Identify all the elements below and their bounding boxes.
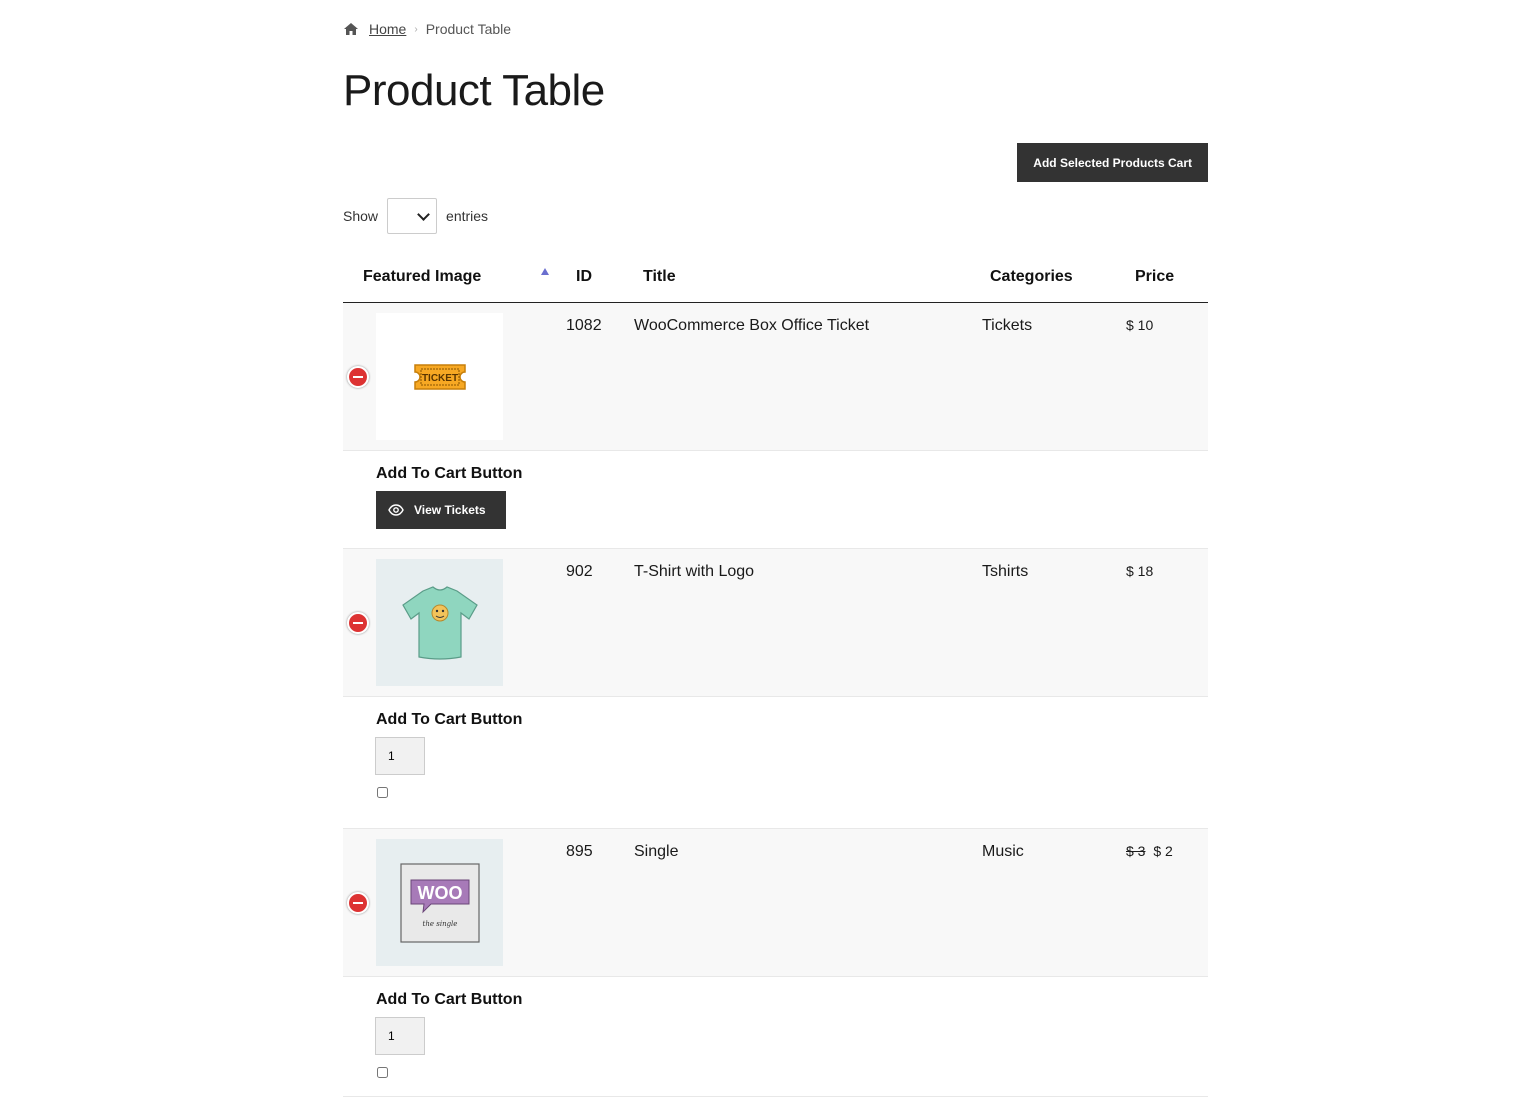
- column-header-title[interactable]: Title: [634, 252, 982, 303]
- show-entries-suffix: entries: [446, 208, 489, 224]
- cell-id: 902: [556, 548, 634, 697]
- entries-select[interactable]: [387, 198, 438, 234]
- cell-price: $ 10: [1126, 302, 1208, 451]
- table-row-details: Add To Cart Button View Tickets: [343, 450, 1208, 549]
- page-title: Product Table: [343, 66, 605, 115]
- column-header-price[interactable]: Price: [1126, 252, 1208, 303]
- cell-category: Tickets: [982, 302, 1126, 451]
- collapse-row-icon[interactable]: [347, 611, 369, 634]
- cell-id: 1082: [556, 302, 634, 451]
- column-header-id[interactable]: ID: [556, 252, 634, 303]
- table-row: WOO the single 895 Single Music $ 3 $ 2: [343, 828, 1208, 977]
- collapse-row-icon[interactable]: [347, 891, 369, 914]
- product-table: Featured Image ID Title Categories Price: [343, 252, 1208, 1097]
- sort-ascending-icon: [541, 268, 549, 275]
- price-current: $ 2: [1153, 843, 1173, 859]
- tshirt-image: [401, 585, 478, 660]
- collapse-row-icon[interactable]: [347, 365, 369, 388]
- column-header-categories[interactable]: Categories: [982, 252, 1126, 303]
- quantity-input[interactable]: [375, 737, 425, 775]
- table-row: 902 T-Shirt with Logo Tshirts $ 18: [343, 548, 1208, 697]
- add-selected-to-cart-button[interactable]: Add Selected Products Cart: [1017, 143, 1208, 182]
- show-entries-control: Show entries: [343, 198, 488, 234]
- product-image[interactable]: TICKET: [376, 313, 503, 440]
- cell-category: Music: [982, 828, 1126, 977]
- woo-single-image: WOO the single: [399, 862, 480, 943]
- detail-label: Add To Cart Button: [376, 465, 523, 482]
- woo-image-subtext: the single: [422, 920, 457, 928]
- breadcrumb: Home › Product Table: [343, 21, 511, 37]
- table-header-row: Featured Image ID Title Categories Price: [343, 252, 1208, 303]
- view-tickets-label: View Tickets: [414, 503, 486, 517]
- cell-id: 895: [556, 828, 634, 977]
- chevron-down-icon: [417, 208, 430, 221]
- breadcrumb-current: Product Table: [425, 21, 512, 37]
- cell-price: $ 3 $ 2: [1126, 828, 1208, 977]
- quantity-input[interactable]: [375, 1017, 425, 1055]
- product-image[interactable]: WOO the single: [376, 839, 503, 966]
- table-row-details: Add To Cart Button: [343, 696, 1208, 829]
- view-tickets-button[interactable]: View Tickets: [376, 491, 506, 529]
- cell-title: Single: [634, 828, 982, 977]
- select-product-checkbox[interactable]: [377, 1067, 388, 1078]
- product-image[interactable]: [376, 559, 503, 686]
- breadcrumb-home-link[interactable]: Home: [369, 21, 406, 37]
- show-entries-prefix: Show: [343, 208, 379, 224]
- table-row: TICKET 1082 WooCommerce Box Office Ticke…: [343, 302, 1208, 451]
- eye-icon: [388, 504, 404, 516]
- ticket-image: TICKET: [413, 363, 466, 390]
- ticket-image-text: TICKET: [421, 373, 457, 384]
- price-current: $ 18: [1126, 563, 1154, 579]
- cell-title: WooCommerce Box Office Ticket: [634, 302, 982, 451]
- select-product-checkbox[interactable]: [377, 787, 388, 798]
- price-original: $ 3: [1126, 843, 1146, 859]
- table-row-details: Add To Cart Button: [343, 976, 1208, 1097]
- detail-label: Add To Cart Button: [376, 711, 523, 728]
- breadcrumb-separator-icon: ›: [414, 23, 418, 35]
- column-header-featured-image[interactable]: Featured Image: [343, 252, 556, 303]
- cell-title: T-Shirt with Logo: [634, 548, 982, 697]
- detail-label: Add To Cart Button: [376, 991, 523, 1008]
- price-current: $ 10: [1126, 317, 1154, 333]
- home-icon: [344, 23, 358, 35]
- woo-image-text: WOO: [417, 883, 462, 903]
- cell-category: Tshirts: [982, 548, 1126, 697]
- cell-price: $ 18: [1126, 548, 1208, 697]
